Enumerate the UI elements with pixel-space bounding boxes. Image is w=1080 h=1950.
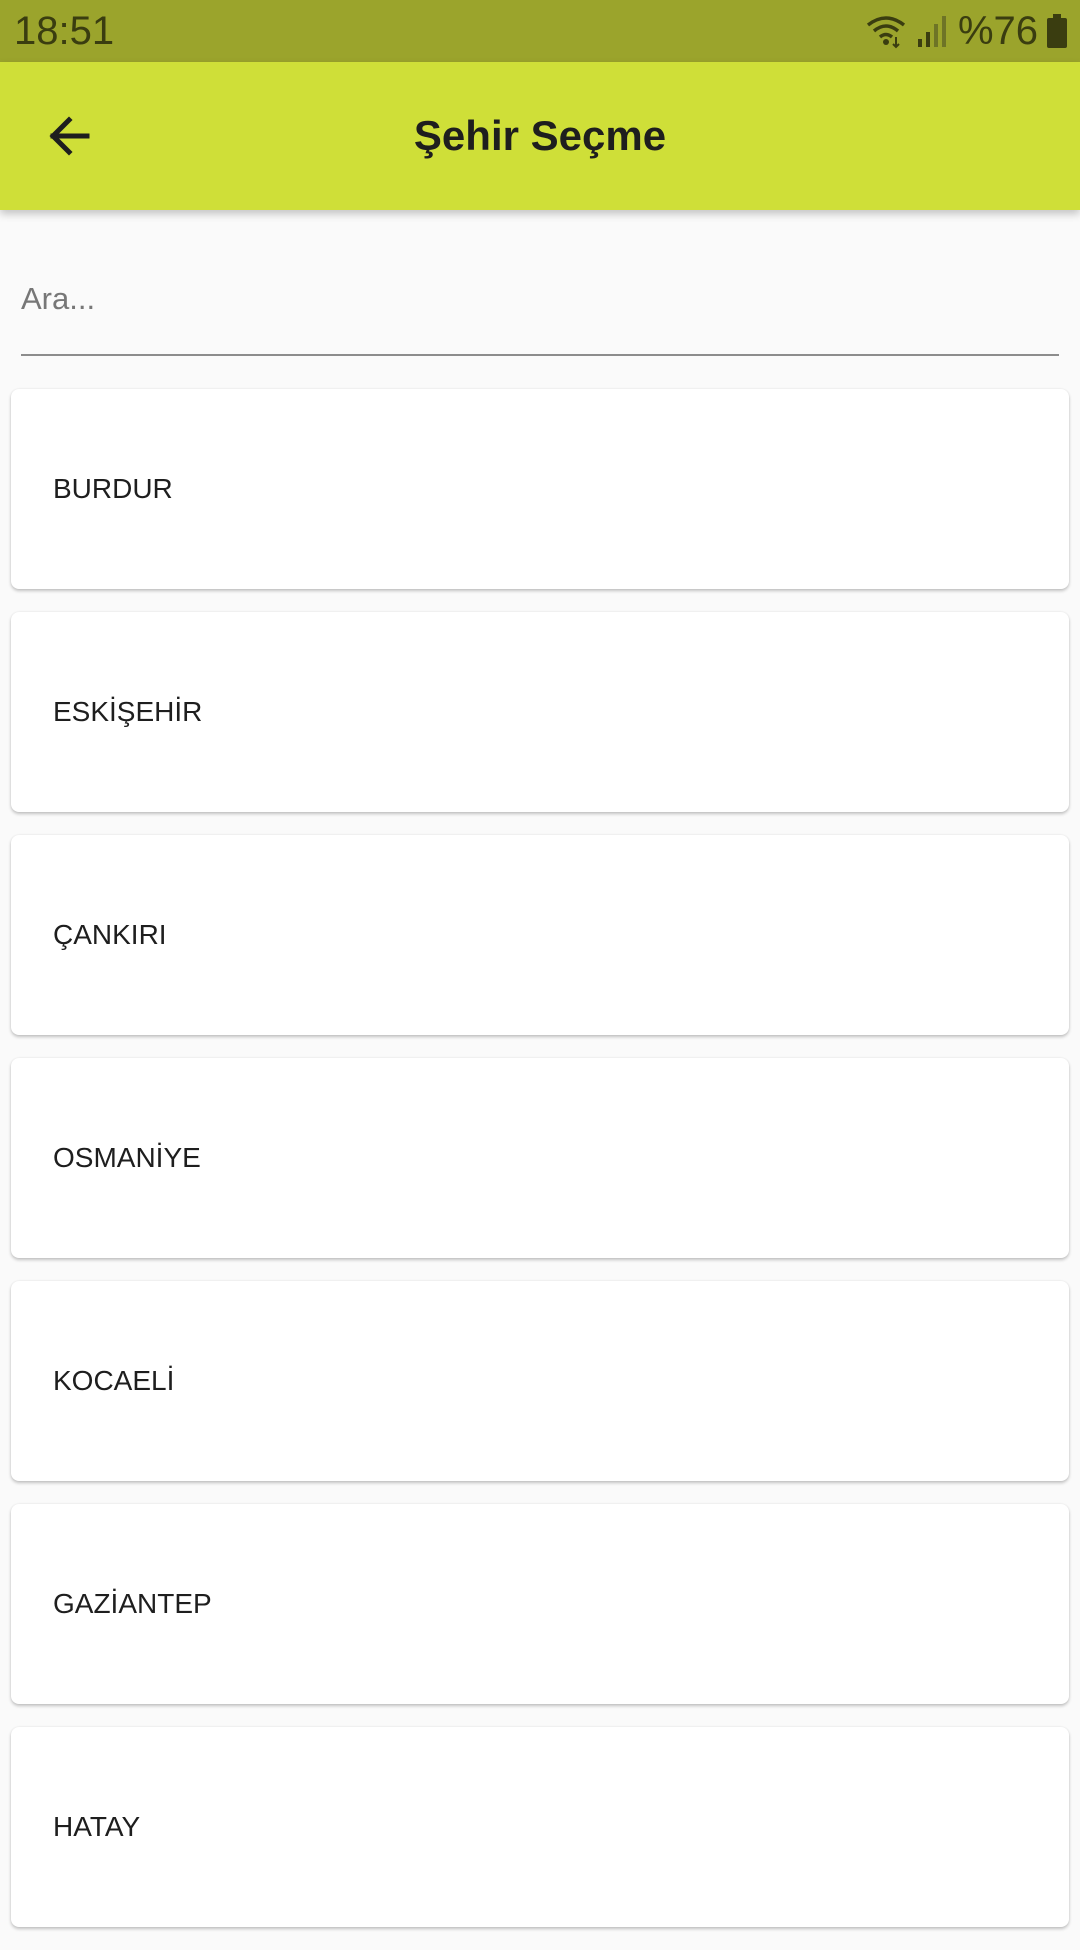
city-name: GAZİANTEP	[53, 1588, 212, 1619]
city-name: KOCAELİ	[53, 1365, 175, 1396]
city-name: ÇANKIRI	[53, 919, 167, 950]
city-name: BURDUR	[53, 473, 173, 504]
app-bar: Şehir Seçme	[0, 62, 1080, 210]
city-item-burdur[interactable]: BURDUR	[11, 389, 1069, 589]
battery-icon	[1047, 14, 1067, 48]
status-time: 18:51	[14, 9, 115, 53]
search-field	[21, 260, 1059, 358]
city-name: HATAY	[53, 1811, 141, 1842]
city-name: ESKİŞEHİR	[53, 696, 203, 727]
city-list: BURDUR ESKİŞEHİR ÇANKIRI OSMANİYE KOCAEL…	[11, 389, 1069, 1950]
battery-percent: %76	[957, 9, 1038, 53]
search-input[interactable]	[21, 260, 1059, 356]
page-title: Şehir Seçme	[413, 112, 667, 159]
city-item-gaziantep[interactable]: GAZİANTEP	[11, 1504, 1069, 1704]
city-item-kocaeli[interactable]: KOCAELİ	[11, 1281, 1069, 1481]
city-item-cankiri[interactable]: ÇANKIRI	[11, 835, 1069, 1035]
wifi-icon	[866, 16, 906, 49]
city-name: OSMANİYE	[53, 1142, 201, 1173]
status-bar: 18:51 %76	[0, 0, 1080, 62]
cellular-signal-icon	[917, 16, 946, 47]
city-item-osmaniye[interactable]: OSMANİYE	[11, 1058, 1069, 1258]
city-item-hatay[interactable]: HATAY	[11, 1727, 1069, 1927]
city-item-eskisehir[interactable]: ESKİŞEHİR	[11, 612, 1069, 812]
status-icons: %76	[866, 8, 1068, 54]
